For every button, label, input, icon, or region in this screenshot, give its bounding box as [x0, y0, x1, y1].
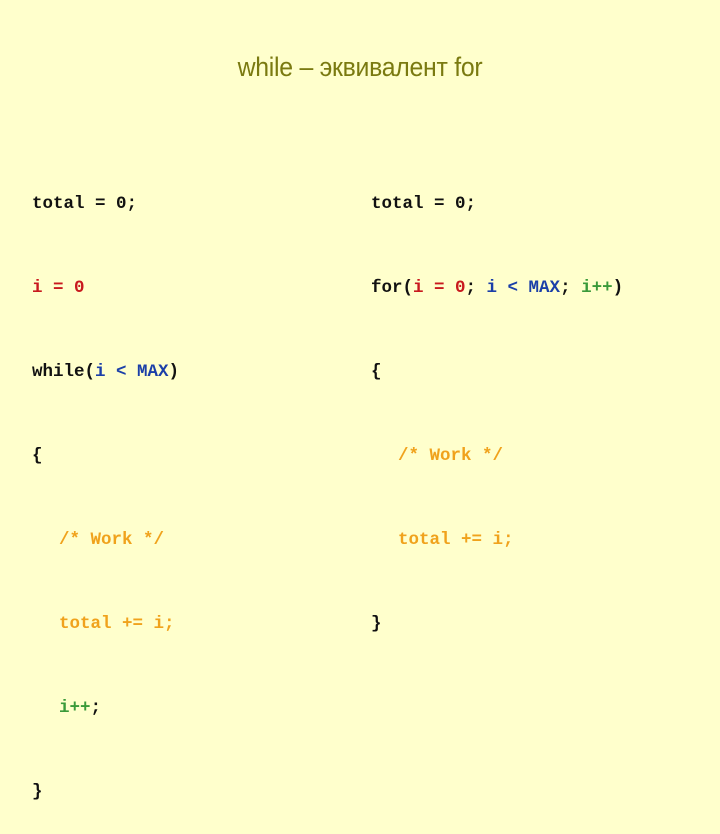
code-text: total = 0;: [371, 194, 477, 214]
code-text: }: [371, 614, 382, 634]
code-text: {: [371, 362, 382, 382]
code-text: ): [612, 278, 624, 298]
code-line-while: while(i < MAX): [32, 358, 179, 386]
code-text: total = 0;: [32, 194, 138, 214]
code-line-total-init: total = 0;: [371, 190, 623, 218]
code-text: ;: [90, 698, 102, 718]
code-line-for: for(i = 0; i < MAX; i++): [371, 274, 623, 302]
loop-condition: i < MAX: [95, 362, 169, 382]
code-text: ): [168, 362, 180, 382]
slide-title: while – эквивалент for: [237, 52, 483, 82]
code-text: }: [32, 782, 43, 802]
code-line-comment: /* Work */: [32, 526, 179, 554]
code-line-i-init: i = 0: [32, 274, 179, 302]
code-line-open-brace: {: [371, 358, 623, 386]
loop-increment: i++: [59, 698, 91, 718]
code-line-total-init: total = 0;: [32, 190, 179, 218]
loop-init: i = 0: [413, 278, 466, 298]
code-line-body: total += i;: [371, 526, 623, 554]
loop-body: total += i;: [398, 530, 514, 550]
while-keyword: while(: [32, 362, 96, 382]
code-line-body: total += i;: [32, 610, 179, 638]
loop-init: i = 0: [32, 278, 85, 298]
while-loop-code: total = 0; i = 0 while(i < MAX) { /* Wor…: [32, 134, 179, 834]
code-line-close-brace: }: [32, 778, 179, 806]
for-loop-code: total = 0; for(i = 0; i < MAX; i++) { /*…: [371, 134, 623, 666]
code-text: ;: [465, 278, 487, 298]
code-line-close-brace: }: [371, 610, 623, 638]
loop-body-comment: /* Work */: [398, 446, 504, 466]
code-line-comment: /* Work */: [371, 442, 623, 470]
code-text: ;: [560, 278, 582, 298]
loop-condition: i < MAX: [486, 278, 561, 298]
loop-body: total += i;: [59, 614, 175, 634]
loop-body-comment: /* Work */: [59, 530, 165, 550]
code-text: {: [32, 446, 43, 466]
code-line-increment: i++;: [32, 694, 179, 722]
code-line-open-brace: {: [32, 442, 179, 470]
for-keyword: for(: [371, 278, 414, 298]
loop-increment: i++: [581, 278, 613, 298]
